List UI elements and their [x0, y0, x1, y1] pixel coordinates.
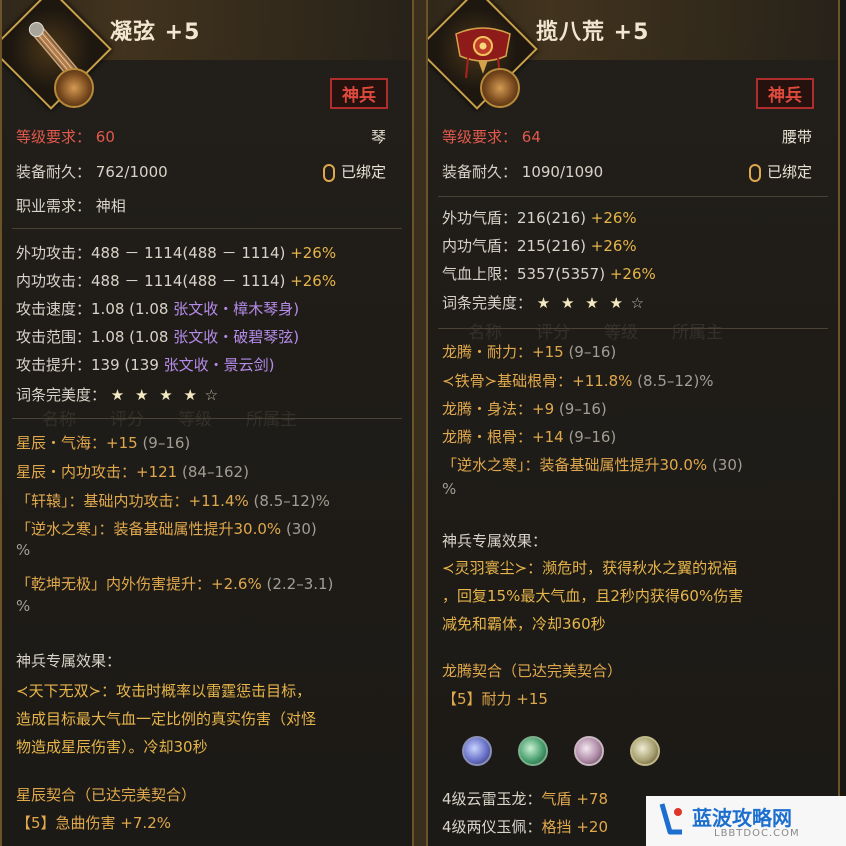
lock-icon [748, 163, 761, 182]
pact-line: 【5】急曲伤害 +7.2% [16, 814, 171, 832]
special-effect-title: 神兵专属效果： [16, 652, 122, 670]
item-type: 腰带 [781, 128, 812, 146]
bg-ghost-text: 名称 评分 等级 所属主 [468, 323, 723, 343]
affix-row: 龙腾・耐力：+15 (9–16) [442, 343, 617, 361]
jade-gem-icon[interactable] [518, 736, 548, 766]
special-effect-line: ≺天下无双≻：攻击时概率以雷霆惩击目标， [16, 682, 312, 700]
level-requirement: 等级要求： 64 [442, 128, 541, 146]
special-effect-line: ≺灵羽寰尘≻：濒危时，获得秋水之翼的祝福 [442, 559, 738, 577]
star-empty-icon: ☆ [204, 386, 219, 404]
stat-row: 攻击范围：1.08 (1.08 张文收・破碧琴弦) [16, 328, 300, 346]
special-effect-title: 神兵专属效果： [442, 532, 548, 550]
affix-row: ≺铁骨≻基础根骨：+11.8% (8.5–12)% [442, 372, 714, 390]
site-url: LBBTDOC.COM [714, 828, 800, 839]
perfection-rating: 词条完美度： ★ ★ ★ ★ ☆ [16, 386, 219, 404]
affix-row: 星辰・气海：+15 (9–16) [16, 434, 191, 452]
divider [438, 196, 828, 197]
affix-continuation: % [16, 541, 31, 559]
bound-status: 已绑定 [748, 161, 812, 182]
affix-row: 龙腾・身法：+9 (9–16) [442, 400, 607, 418]
affix-row: 「逆水之寒」：装备基础属性提升30.0% (30) [442, 456, 743, 474]
affix-row: 龙腾・根骨：+14 (9–16) [442, 428, 617, 446]
special-effect-line: ，回复15%最大气血，且2秒内获得60%伤害 [442, 587, 744, 605]
special-effect-line: 造成目标最大气血一定比例的真实伤害（对怪 [16, 710, 317, 728]
stat-row: 内功气盾：215(216) +26% [442, 237, 637, 255]
stat-row: 攻击速度：1.08 (1.08 张文收・樟木琴身) [16, 300, 300, 318]
item-title: 揽八荒 +5 [536, 20, 650, 45]
stat-row: 外功攻击：488 － 1114(488 － 1114) +26% [16, 244, 337, 262]
weapon-type: 琴 [370, 128, 386, 146]
item-emblem-icon [480, 68, 520, 108]
special-effect-line: 减免和霸体，冷却360秒 [442, 615, 606, 633]
affix-continuation: % [16, 597, 31, 615]
star-rating-icon: ★ ★ ★ ★ [536, 294, 626, 312]
star-empty-icon: ☆ [630, 294, 645, 312]
perfection-rating: 词条完美度： ★ ★ ★ ★ ☆ [442, 294, 645, 312]
durability: 装备耐久： 1090/1090 [442, 163, 604, 181]
level-requirement: 等级要求： 60 [16, 128, 115, 146]
panel-gap [414, 0, 426, 846]
star-rating-icon: ★ ★ ★ ★ [110, 386, 200, 404]
site-name: 蓝波攻略网 [692, 806, 792, 830]
lock-icon [322, 163, 335, 182]
divider [438, 328, 828, 329]
stat-row: 攻击提升：139 (139 张文收・景云剑) [16, 356, 275, 374]
bound-status: 已绑定 [322, 161, 386, 182]
pact-title: 龙腾契合（已达完美契合） [442, 662, 623, 680]
site-logo-icon [659, 803, 682, 835]
item-tooltip-right: 名称 评分 等级 所属主 揽八荒 +5 神兵 等级要求： 64 腰带 装备耐久：… [426, 0, 840, 846]
site-watermark: 蓝波攻略网 LBBTDOC.COM [646, 796, 846, 846]
durability: 装备耐久： 762/1000 [16, 163, 168, 181]
item-emblem-icon [54, 68, 94, 108]
stat-row: 外功气盾：216(216) +26% [442, 209, 637, 227]
affix-row: 「轩辕」：基础内功攻击：+11.4% (8.5–12)% [16, 492, 330, 510]
divider [12, 228, 402, 229]
item-header: 揽八荒 +5 神兵 [428, 0, 838, 115]
stat-row: 内功攻击：488 － 1114(488 － 1114) +26% [16, 272, 337, 290]
jade-gem-icon[interactable] [630, 736, 660, 766]
pact-title: 星辰契合（已达完美契合） [16, 786, 197, 804]
affix-row: 「逆水之寒」：装备基础属性提升30.0% (30) [16, 520, 317, 538]
jade-gem-icon[interactable] [462, 736, 492, 766]
divider [12, 418, 402, 419]
affix-row: 「乾坤无极」内外伤害提升：+2.6% (2.2–3.1) [16, 575, 334, 593]
item-title: 凝弦 +5 [110, 20, 201, 45]
pact-line: 【5】耐力 +15 [442, 690, 548, 708]
class-requirement: 职业需求： 神相 [16, 197, 126, 215]
item-grade-badge: 神兵 [330, 78, 388, 109]
affix-row: 星辰・内功攻击：+121 (84–162) [16, 463, 249, 481]
affix-continuation: % [442, 480, 457, 498]
gem-row: 4级两仪玉佩：格挡 +20 [442, 818, 608, 836]
gem-row: 4级云雷玉龙：气盾 +78 [442, 790, 608, 808]
jade-gem-icon[interactable] [574, 736, 604, 766]
item-header: 凝弦 +5 神兵 [2, 0, 412, 115]
item-tooltip-left: 名称 评分 等级 所属主 凝弦 +5 神兵 等级要求： 60 琴 装备耐久： 7… [0, 0, 414, 846]
special-effect-line: 物造成星辰伤害）。冷却30秒 [16, 738, 208, 756]
item-grade-badge: 神兵 [756, 78, 814, 109]
stat-row: 气血上限：5357(5357) +26% [442, 265, 656, 283]
